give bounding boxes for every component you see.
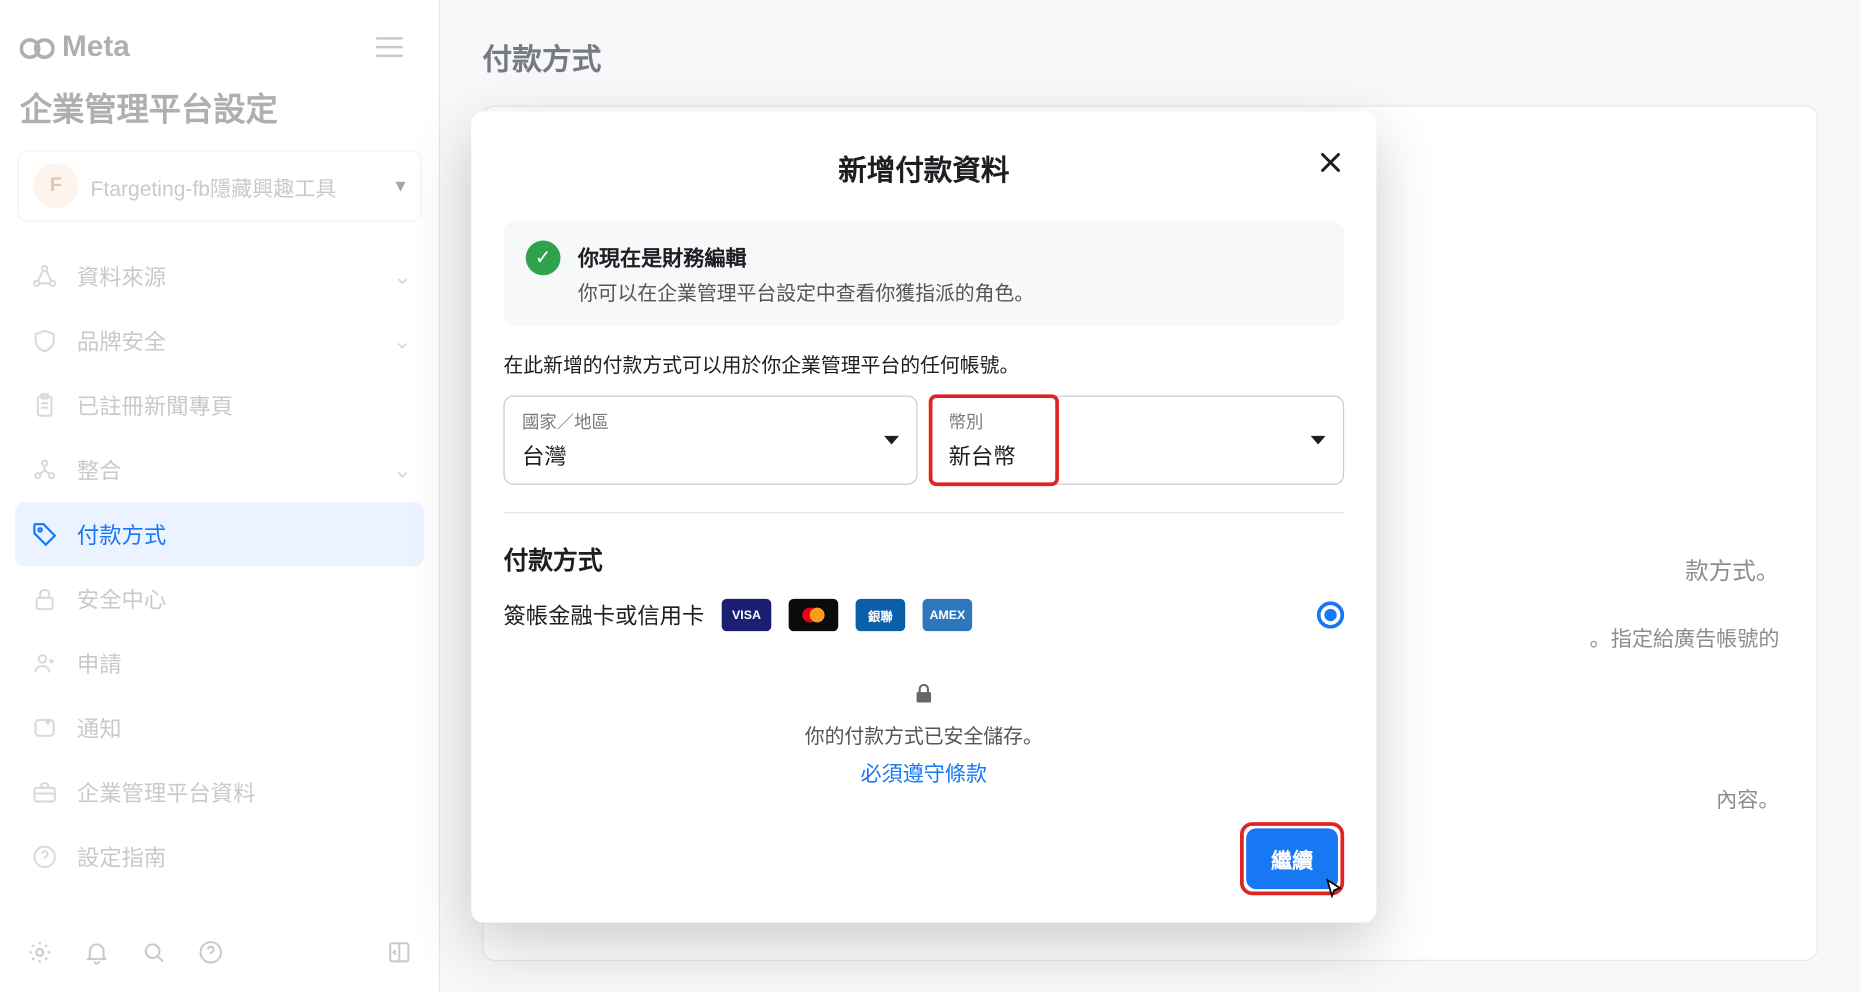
clipboard-icon <box>27 388 62 423</box>
shield-icon <box>27 324 62 359</box>
payment-radio[interactable] <box>1317 601 1344 628</box>
secure-text: 你的付款方式已安全儲存。 <box>503 719 1344 749</box>
bell-icon[interactable] <box>82 937 112 967</box>
form-note: 在此新增的付款方式可以用於你企業管理平台的任何帳號。 <box>503 348 1344 378</box>
sidebar-item-payments[interactable]: 付款方式 <box>15 502 424 566</box>
check-icon: ✓ <box>526 241 561 276</box>
add-payment-modal: 新增付款資料 ✓ 你現在是財務編輯 你可以在企業管理平台設定中查看你獲指派的角色… <box>471 112 1376 923</box>
sidebar-item-label: 設定指南 <box>77 841 166 873</box>
sidebar-item-label: 整合 <box>77 454 122 486</box>
sidebar-item-setup-guide[interactable]: 設定指南 <box>15 825 424 889</box>
sidebar-item-label: 安全中心 <box>77 583 166 615</box>
sidebar-item-registered-pages[interactable]: 已註冊新聞專頁 <box>15 373 424 437</box>
briefcase-icon <box>27 775 62 810</box>
bg-snippet: 內容。 <box>1716 782 1779 813</box>
country-label: 國家／地區 <box>522 409 899 434</box>
country-select[interactable]: 國家／地區 台灣 <box>503 396 917 485</box>
page-title: 付款方式 <box>482 35 1817 78</box>
sidebar-item-label: 付款方式 <box>77 518 166 550</box>
sidebar-bottom-tools <box>15 928 424 978</box>
collapse-icon[interactable] <box>384 937 414 967</box>
hamburger-icon[interactable] <box>365 22 415 72</box>
highlight-box: 繼續 <box>1240 822 1344 895</box>
role-title: 你現在是財務編輯 <box>578 241 1034 272</box>
chevron-down-icon: ⌄ <box>393 328 412 354</box>
currency-value: 新台幣 <box>949 439 1326 471</box>
close-icon <box>1317 149 1344 176</box>
divider <box>503 512 1344 513</box>
cursor-icon <box>1321 877 1348 904</box>
meta-logo-icon <box>20 30 55 65</box>
payment-section-title: 付款方式 <box>503 541 1344 577</box>
mastercard-badge <box>789 599 839 631</box>
role-sub: 你可以在企業管理平台設定中查看你獲指派的角色。 <box>578 277 1034 307</box>
sparkle-icon <box>27 711 62 746</box>
chevron-down-icon: ▾ <box>396 174 406 199</box>
help-circle-icon[interactable] <box>196 937 226 967</box>
tag-icon <box>27 517 62 552</box>
sidebar-item-business-info[interactable]: 企業管理平台資料 <box>15 760 424 824</box>
sidebar-item-security[interactable]: 安全中心 <box>15 567 424 631</box>
bg-snippet: 款方式。 <box>1685 553 1779 586</box>
nodes-icon <box>27 259 62 294</box>
visa-badge: VISA <box>722 599 772 631</box>
account-name: Ftargeting-fb隱藏興趣工具 <box>91 171 384 202</box>
sidebar-item-label: 已註冊新聞專頁 <box>77 389 233 421</box>
sidebar-item-label: 資料來源 <box>77 260 166 292</box>
brand: Meta <box>20 30 130 65</box>
terms-link[interactable]: 必須遵守條款 <box>861 756 987 787</box>
sidebar-item-requests[interactable]: 申請 <box>15 631 424 695</box>
help-circle-icon <box>27 839 62 874</box>
lock-icon <box>911 681 936 706</box>
chevron-down-icon <box>884 436 899 445</box>
sidebar-item-notifications[interactable]: 通知 <box>15 696 424 760</box>
close-button[interactable] <box>1307 139 1354 186</box>
modal-title: 新增付款資料 <box>503 141 1344 201</box>
bg-snippet: 。指定給廣告帳號的 <box>1590 621 1780 652</box>
account-avatar: F <box>33 164 78 209</box>
lock-icon <box>27 582 62 617</box>
gear-icon[interactable] <box>25 937 55 967</box>
amex-badge: AMEX <box>923 599 973 631</box>
integration-icon <box>27 453 62 488</box>
chevron-down-icon: ⌄ <box>393 264 412 290</box>
payment-option-card[interactable]: 簽帳金融卡或信用卡 VISA 銀聯 AMEX <box>503 599 1344 631</box>
sidebar-title: 企業管理平台設定 <box>15 79 424 145</box>
sidebar-item-integrations[interactable]: 整合 ⌄ <box>15 438 424 502</box>
sidebar: Meta 企業管理平台設定 F Ftargeting-fb隱藏興趣工具 ▾ 資料… <box>0 0 440 992</box>
chevron-down-icon <box>1311 436 1326 445</box>
sidebar-item-label: 品牌安全 <box>77 325 166 357</box>
sidebar-item-brand-safety[interactable]: 品牌安全 ⌄ <box>15 309 424 373</box>
country-value: 台灣 <box>522 439 899 471</box>
account-selector[interactable]: F Ftargeting-fb隱藏興趣工具 ▾ <box>17 150 421 222</box>
search-icon[interactable] <box>139 937 169 967</box>
currency-label: 幣別 <box>949 409 1326 434</box>
chevron-down-icon: ⌄ <box>393 457 412 483</box>
sidebar-item-label: 企業管理平台資料 <box>77 776 256 808</box>
unionpay-badge: 銀聯 <box>856 599 906 631</box>
sidebar-item-label: 通知 <box>77 712 122 744</box>
sidebar-item-label: 申請 <box>77 647 122 679</box>
user-plus-icon <box>27 646 62 681</box>
role-info: ✓ 你現在是財務編輯 你可以在企業管理平台設定中查看你獲指派的角色。 <box>503 221 1344 326</box>
brand-text: Meta <box>62 30 130 65</box>
payment-option-label: 簽帳金融卡或信用卡 <box>503 599 704 631</box>
currency-select[interactable]: 幣別 新台幣 <box>930 396 1344 485</box>
sidebar-item-sources[interactable]: 資料來源 ⌄ <box>15 244 424 308</box>
